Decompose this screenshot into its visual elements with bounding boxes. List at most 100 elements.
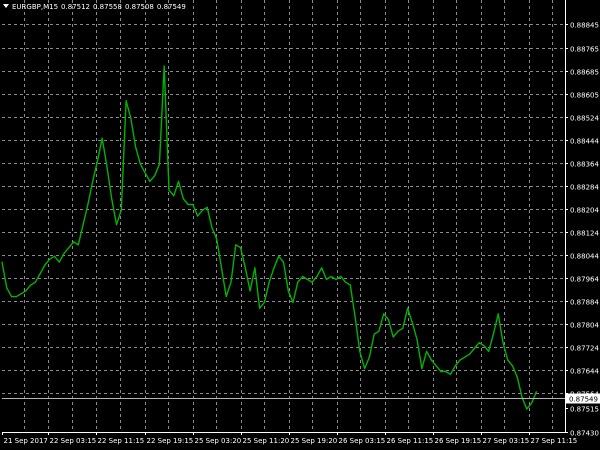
price-point	[259, 307, 261, 309]
price-point	[287, 290, 289, 292]
price-point	[516, 376, 518, 378]
price-point	[464, 356, 466, 358]
y-tick-label: 0.87724	[570, 345, 599, 353]
x-tick-label: 22 Sep 03:15	[50, 437, 97, 445]
y-tick-label: 0.88444	[570, 138, 599, 146]
price-point	[344, 281, 347, 283]
price-chart[interactable]: 0.88845 0.88765 0.88685 0.88605 0.88524 0.884…	[0, 0, 600, 450]
price-point	[383, 313, 385, 315]
price-point	[182, 198, 184, 200]
y-tick-label: 0.88524	[570, 115, 599, 123]
price-point	[10, 296, 13, 298]
y-tick-label: 0.88685	[570, 69, 599, 77]
price-point	[44, 264, 46, 266]
price-point	[187, 203, 189, 206]
price-point	[340, 275, 342, 278]
price-point	[106, 166, 108, 168]
price-point	[469, 353, 471, 355]
price-point	[15, 296, 17, 298]
price-point	[1, 261, 3, 263]
chart-header: EURGBP,M15 0.87512 0.87558 0.87508 0.87549	[3, 2, 189, 12]
price-point	[325, 278, 327, 280]
x-tick-label: 22 Sep 11:15	[98, 437, 145, 445]
price-point	[497, 313, 499, 315]
ohlc-close: 0.87549	[156, 3, 186, 11]
price-point	[115, 224, 118, 226]
x-tick-label: 21 Sep 2017	[4, 437, 48, 445]
price-point	[63, 252, 65, 254]
price-point	[125, 100, 127, 102]
price-point	[507, 359, 509, 361]
price-point	[411, 322, 413, 324]
price-point	[445, 370, 447, 373]
price-point	[454, 365, 456, 367]
price-point	[373, 333, 375, 335]
ohlc-low: 0.87508	[124, 3, 154, 11]
price-point	[278, 255, 280, 257]
x-tick-label: 26 Sep 11:15	[387, 437, 434, 445]
price-point	[354, 316, 356, 318]
y-tick-label: 0.87515	[570, 406, 599, 414]
price-point	[240, 247, 242, 249]
price-point	[430, 359, 432, 361]
price-point	[387, 319, 390, 321]
price-point	[306, 278, 308, 280]
price-point	[230, 281, 232, 283]
price-point	[211, 226, 213, 229]
x-tick-label: 26 Sep 03:15	[339, 437, 386, 445]
y-tick-label: 0.88044	[570, 253, 599, 261]
price-point	[473, 347, 475, 350]
price-point	[201, 209, 203, 211]
x-tick-label: 27 Sep 11:15	[531, 437, 578, 445]
ohlc-high: 0.87558	[92, 3, 122, 11]
price-point	[158, 163, 160, 165]
price-point	[192, 203, 194, 206]
x-tick-label: 25 Sep 11:20	[243, 437, 290, 445]
y-tick-label: 0.88284	[570, 184, 599, 192]
price-point	[120, 209, 122, 211]
dropdown-triangle-icon[interactable]	[3, 4, 9, 8]
price-point	[421, 368, 423, 370]
price-point	[292, 301, 294, 303]
price-point	[531, 402, 533, 404]
price-point	[392, 336, 394, 338]
chart-window[interactable]: 0.88845 0.88765 0.88685 0.88605 0.88524 0.884…	[0, 0, 600, 450]
price-point	[216, 238, 218, 240]
price-point	[435, 365, 437, 367]
current-price-label: 0.87549	[569, 396, 598, 404]
price-point	[144, 172, 146, 174]
price-point	[235, 244, 237, 246]
price-point	[407, 307, 409, 309]
price-point	[321, 267, 323, 269]
x-tick-label: 27 Sep 03:15	[483, 437, 530, 445]
price-point	[139, 163, 141, 165]
price-point	[402, 327, 404, 329]
price-point	[111, 198, 113, 200]
price-point	[25, 290, 27, 292]
price-point	[39, 273, 41, 275]
x-tick-label: 25 Sep 03:20	[195, 437, 242, 445]
price-point	[73, 241, 75, 243]
y-tick-label: 0.87964	[570, 276, 599, 284]
price-point	[378, 330, 380, 332]
price-point	[77, 244, 79, 246]
price-point	[335, 278, 337, 280]
price-point	[502, 342, 504, 344]
price-point	[440, 370, 442, 373]
price-point	[173, 195, 175, 197]
price-point	[397, 330, 399, 332]
price-point	[282, 261, 285, 263]
price-point	[6, 287, 8, 289]
x-tick-label: 26 Sep 19:15	[435, 437, 482, 445]
price-point	[58, 261, 60, 263]
price-point	[521, 396, 523, 398]
x-tick-label: 22 Sep 19:15	[147, 437, 194, 445]
y-tick-label: 0.88364	[570, 161, 599, 169]
price-point	[359, 350, 361, 352]
price-point	[488, 350, 490, 352]
price-point	[177, 180, 180, 182]
price-point	[449, 373, 452, 375]
price-point	[368, 356, 370, 358]
price-point	[330, 275, 332, 278]
price-point	[526, 408, 528, 410]
